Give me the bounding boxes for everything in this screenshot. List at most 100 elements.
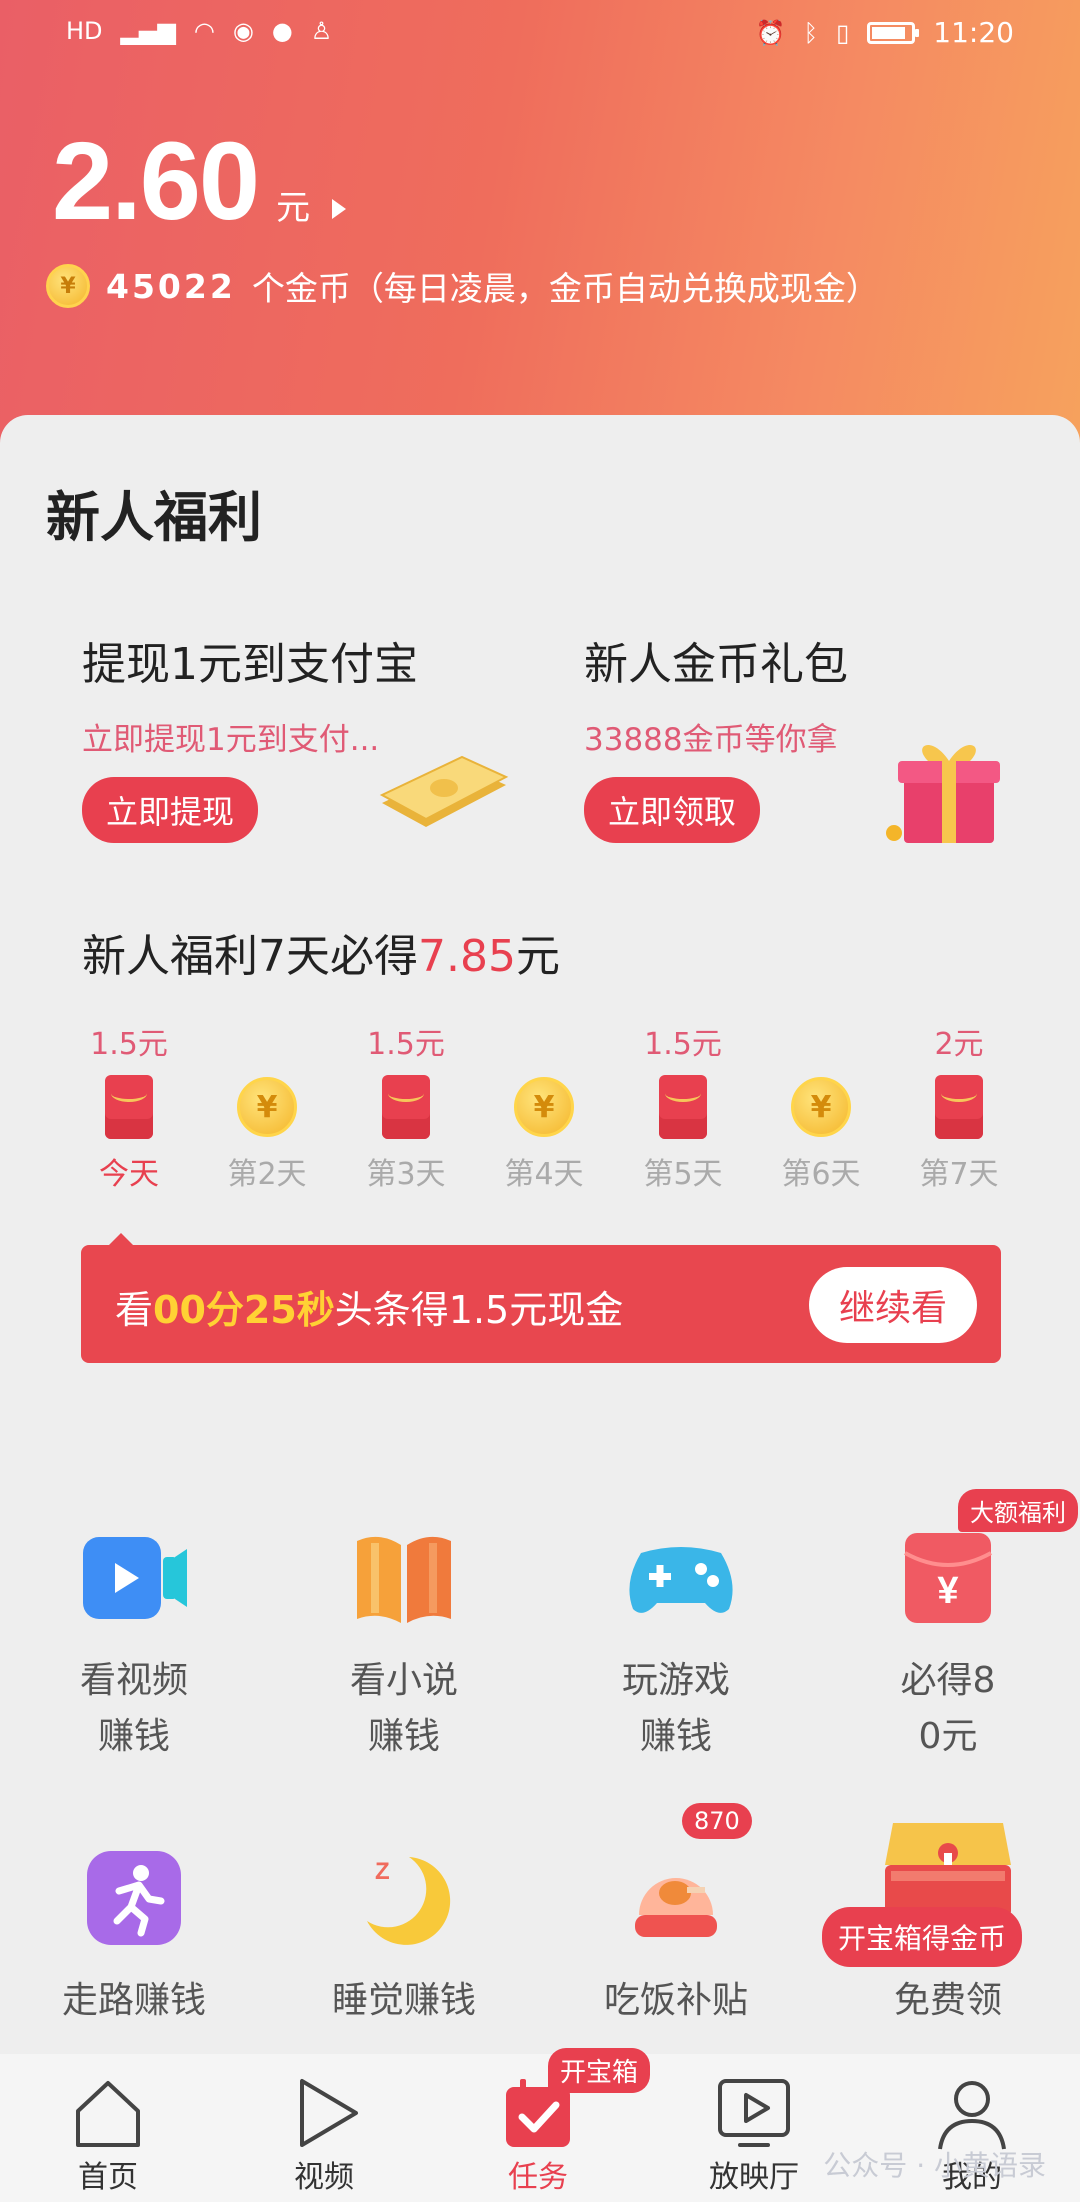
chevron-right-icon	[332, 199, 347, 219]
open-chest-badge[interactable]: 开宝箱得金币	[822, 1907, 1023, 1967]
coin-description: 个金币（每日凌晨，金币自动兑换成现金）	[251, 269, 879, 308]
meal-count-badge: 870	[682, 1803, 752, 1839]
moon-icon: Z	[367, 1857, 451, 1945]
task-label-line2: 赚钱	[367, 1716, 440, 1757]
nav-label: 首页	[78, 2160, 138, 2195]
task-label-line1: 看视频	[79, 1660, 188, 1701]
status-time: 11:20	[933, 16, 1014, 49]
hd-icon: HD	[66, 17, 103, 45]
cash-balance[interactable]: 2.60 元	[52, 118, 347, 245]
day-item: 1.5元 第5天	[614, 1025, 752, 1193]
day-item: 1.5元 今天	[60, 1025, 198, 1193]
day-amount	[475, 1025, 613, 1065]
day-amount: 2元	[934, 1027, 984, 1062]
task-meal-subsidy[interactable]: 870 吃饭补贴	[586, 1803, 766, 2029]
coin-summary: ¥ 45022 个金币（每日凌晨，金币自动兑换成现金）	[46, 262, 879, 310]
svg-text:Z: Z	[375, 1858, 390, 1885]
offer-subtitle: 立即提现1元到支付...	[82, 722, 380, 758]
day-amount	[752, 1025, 890, 1065]
task-sleep-earn[interactable]: Z 睡觉赚钱	[314, 1843, 494, 2029]
gold-coin-icon: ¥	[514, 1077, 574, 1137]
progress-timer: 00分25秒	[153, 1288, 335, 1332]
coin-count: 45022	[106, 266, 236, 306]
task-label-line1: 睡觉赚钱	[331, 1980, 476, 2021]
task-label-line2: 赚钱	[97, 1716, 170, 1757]
weekly-unit: 元	[515, 931, 560, 982]
task-label-line2: 赚钱	[639, 1716, 712, 1757]
weekly-reward-title: 新人福利7天必得7.85元	[82, 920, 560, 984]
offer-title: 新人金币礼包	[584, 639, 848, 690]
big-bonus-badge: 大额福利	[958, 1489, 1078, 1532]
gamepad-icon	[629, 1547, 733, 1613]
chicken-leg-icon	[635, 1878, 717, 1937]
day-label: 第2天	[227, 1157, 307, 1192]
task-guaranteed-80[interactable]: ¥ 大额福利 必得8 0元	[858, 1489, 1078, 1765]
vibrate-icon: ▯	[836, 18, 850, 47]
nav-video[interactable]: 视频	[244, 2054, 404, 2196]
watermark: 公众号 · 小黄语录	[823, 2149, 1046, 2182]
red-envelope-icon	[935, 1075, 983, 1139]
task-label-line1: 必得8	[900, 1660, 996, 1701]
task-label-line1: 走路赚钱	[61, 1980, 206, 2021]
day-amount	[198, 1025, 336, 1065]
day-amount: 1.5元	[90, 1027, 168, 1062]
progress-prefix: 看	[115, 1288, 154, 1332]
wechat-icon: ●	[271, 17, 293, 45]
user-icon	[938, 2081, 1006, 2150]
daily-reward-track: 1.5元 今天 ¥ 第2天 1.5元 第3天 ¥ 第4天 1.5元 第5天 ¥ …	[60, 1025, 1020, 1195]
task-read-novel[interactable]: 看小说 赚钱	[314, 1523, 494, 1765]
red-envelope-icon	[659, 1075, 707, 1139]
battery-fill	[872, 26, 905, 39]
claim-button[interactable]: 立即领取	[584, 777, 761, 843]
day-label: 第5天	[643, 1157, 723, 1192]
status-bar: HD ▂▄▆ ◠ ◉ ● ♙ ⏰ ᛒ ▯ 11:20	[0, 0, 1080, 64]
offer-title: 提现1元到支付宝	[82, 639, 418, 690]
bluetooth-icon: ᛒ	[803, 18, 819, 47]
battery-icon	[867, 21, 920, 44]
task-watch-video[interactable]: 看视频 赚钱	[44, 1523, 224, 1765]
qq-icon: ♙	[310, 17, 333, 45]
continue-watching-button[interactable]: 继续看	[808, 1267, 977, 1343]
day-label: 今天	[99, 1157, 159, 1192]
open-chest-tab-badge: 开宝箱	[548, 2048, 651, 2093]
nav-label: 视频	[294, 2160, 354, 2195]
play-icon	[300, 2079, 358, 2147]
red-envelope-icon	[382, 1075, 430, 1139]
task-walk-earn[interactable]: 走路赚钱	[44, 1843, 224, 2029]
gold-coin-icon: ¥	[237, 1077, 297, 1137]
withdraw-button[interactable]: 立即提现	[82, 777, 259, 843]
task-play-games[interactable]: 玩游戏 赚钱	[586, 1523, 766, 1765]
nav-label: 任务	[508, 2160, 568, 2195]
day-item: ¥ 第2天	[198, 1025, 336, 1193]
nav-label: 放映厅	[709, 2160, 799, 2195]
nav-home[interactable]: 首页	[28, 2054, 188, 2196]
day-item: ¥ 第6天	[752, 1025, 890, 1193]
progress-suffix: 头条得1.5元现金	[334, 1288, 624, 1332]
day-amount: 1.5元	[367, 1027, 445, 1062]
tv-play-icon	[718, 2079, 790, 2147]
5g-signal-icon: ▂▄▆	[120, 17, 176, 45]
task-label-line1: 看小说	[349, 1660, 458, 1701]
day-label: 第4天	[504, 1157, 584, 1192]
nav-theater[interactable]: 放映厅	[674, 2054, 834, 2196]
gold-coin-icon: ¥	[46, 264, 90, 308]
section-title: 新人福利	[46, 486, 262, 549]
day-item: ¥ 第4天	[475, 1025, 613, 1193]
day-label: 第3天	[366, 1157, 446, 1192]
cash-stack-icon	[379, 755, 509, 827]
day-item: 2元 第7天	[890, 1025, 1028, 1193]
home-icon	[76, 2081, 140, 2147]
alarm-icon: ⏰	[755, 18, 786, 47]
task-free-claim[interactable]: 开宝箱得金币 免费领	[822, 1823, 1038, 2029]
watch-progress-banner: 看00分25秒头条得1.5元现金 继续看	[81, 1233, 1001, 1363]
task-label-line1: 吃饭补贴	[603, 1980, 748, 2021]
nav-tasks[interactable]: 开宝箱 任务	[458, 2048, 651, 2196]
coin-gift-offer[interactable]: 新人金币礼包 33888金币等你拿 立即领取	[584, 628, 848, 843]
offer-subtitle: 33888金币等你拿	[584, 722, 838, 758]
day-item: 1.5元 第3天	[337, 1025, 475, 1193]
eye-icon: ◉	[232, 17, 254, 45]
video-camera-icon	[83, 1537, 187, 1619]
header-banner: HD ▂▄▆ ◠ ◉ ● ♙ ⏰ ᛒ ▯ 11:20 2.60 元 ¥ 4502…	[0, 0, 1080, 470]
task-label-line2: 0元	[918, 1716, 978, 1757]
withdraw-offer[interactable]: 提现1元到支付宝 立即提现1元到支付... 立即提现	[82, 628, 418, 843]
